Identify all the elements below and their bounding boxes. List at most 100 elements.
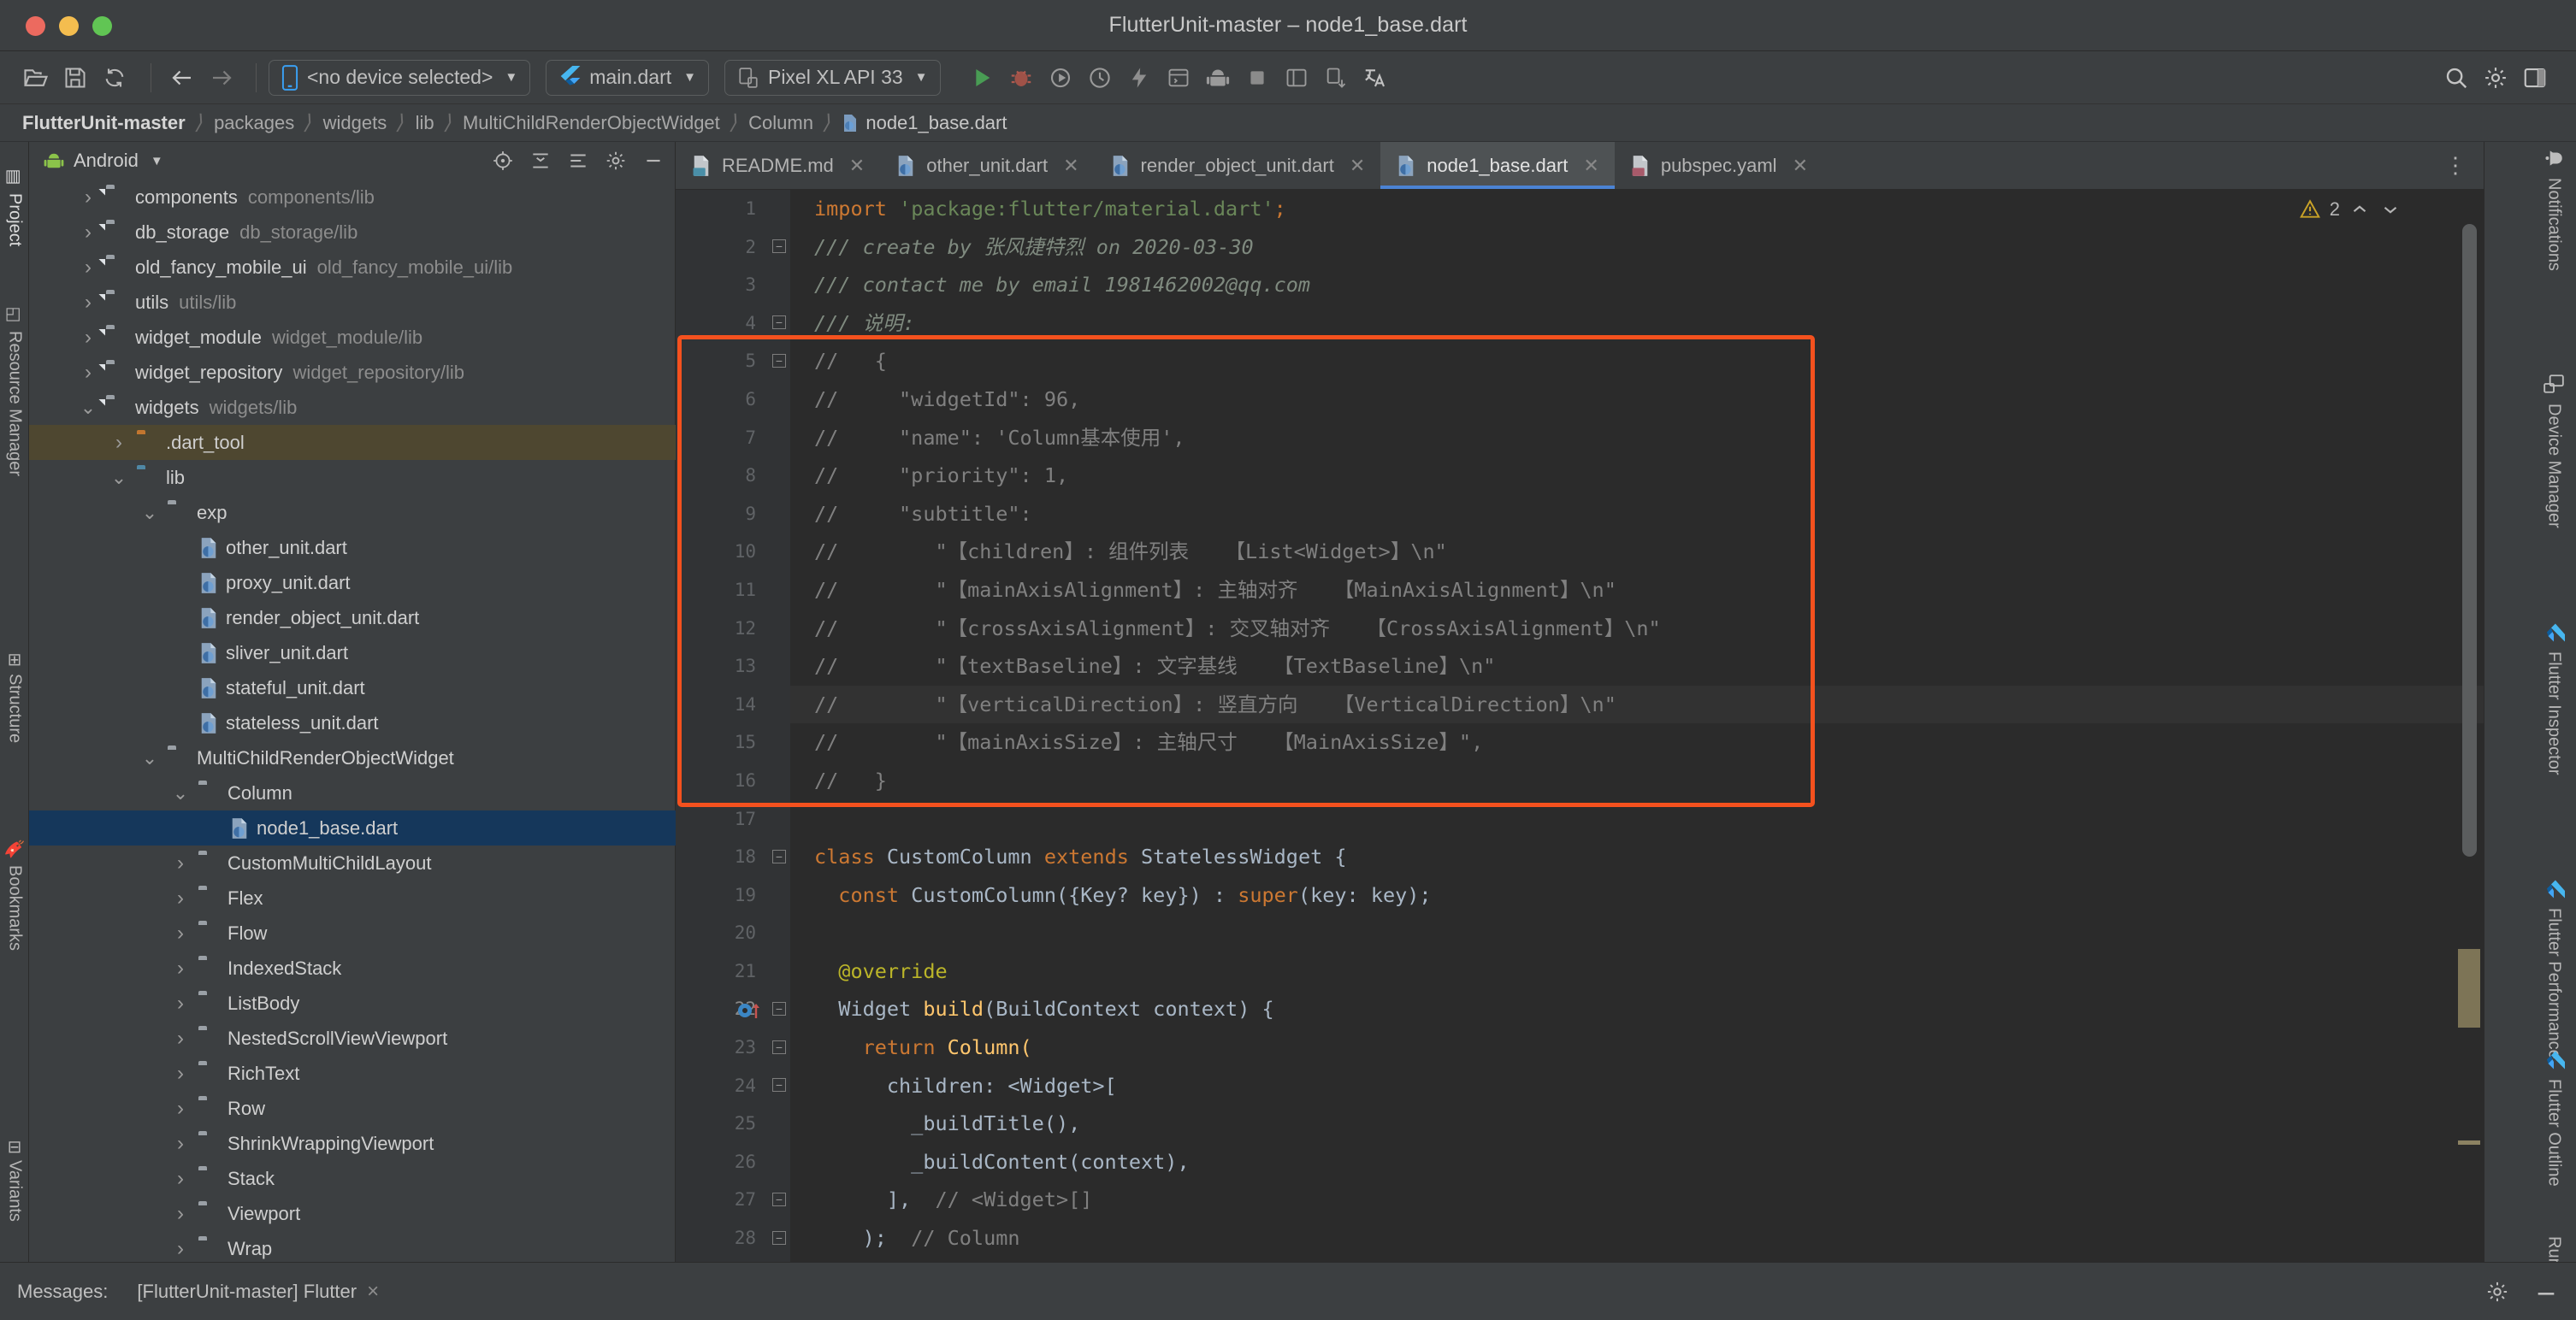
zoom-window-button[interactable] <box>92 16 112 36</box>
tree-item-widget-repository[interactable]: ›widget_repositorywidget_repository/lib <box>29 355 676 390</box>
sidebar-item-device-manager[interactable]: Device Manager <box>2532 373 2576 595</box>
tab-pubspec-yaml[interactable]: pubspec.yaml✕ <box>1615 142 1823 189</box>
tree-item-flow[interactable]: ›Flow <box>29 916 676 951</box>
search-icon[interactable] <box>2439 61 2473 95</box>
fold-toggle-icon[interactable]: − <box>772 315 786 329</box>
chevron-right-icon[interactable]: › <box>171 1062 190 1086</box>
chevron-right-icon[interactable]: › <box>171 887 190 910</box>
tree-item-multichildrenderobjectwidget[interactable]: ⌄MultiChildRenderObjectWidget <box>29 740 676 775</box>
hide-icon[interactable] <box>2533 1280 2559 1304</box>
sidebar-item-project[interactable]: ▤ Project <box>0 142 29 270</box>
tree-item-custommultichildlayout[interactable]: ›CustomMultiChildLayout <box>29 846 676 881</box>
code-line-12[interactable]: // "【crossAxisAlignment】: 交叉轴对齐 【CrossAx… <box>790 610 2484 648</box>
run-configuration-selector[interactable]: main.dart ▼ <box>546 60 709 96</box>
code-line-5[interactable]: // { <box>790 342 2484 380</box>
tree-item-utils[interactable]: ›utilsutils/lib <box>29 285 676 320</box>
messages-chip[interactable]: [FlutterUnit-master] Flutter × <box>137 1280 379 1304</box>
fold-toggle-icon[interactable]: − <box>772 1078 786 1092</box>
breadcrumb-item-5[interactable]: Column <box>748 112 813 134</box>
code-line-17[interactable] <box>790 800 2484 839</box>
chevron-down-icon[interactable]: ⌄ <box>171 782 190 804</box>
tab-node1-base-dart[interactable]: node1_base.dart✕ <box>1380 142 1615 189</box>
hot-reload-icon[interactable] <box>1122 61 1156 95</box>
gear-icon[interactable] <box>2485 1280 2509 1304</box>
devtools-icon[interactable] <box>1083 61 1117 95</box>
open-devtools-icon[interactable] <box>1161 61 1196 95</box>
code-line-7[interactable]: // "name": 'Column基本使用', <box>790 419 2484 457</box>
breadcrumb-item-0[interactable]: FlutterUnit-master <box>22 112 186 134</box>
tree-item-node1-base-dart[interactable]: node1_base.dart <box>29 810 676 846</box>
android-icon[interactable] <box>1201 61 1235 95</box>
chevron-right-icon[interactable]: › <box>109 431 128 455</box>
sidebar-item-variants[interactable]: ⊟ Variants <box>0 1108 29 1253</box>
sidebar-item-resource-manager[interactable]: ◱ Resource Manager <box>0 279 29 501</box>
close-tab-icon[interactable]: ✕ <box>849 155 865 177</box>
chevron-down-icon[interactable]: ⌄ <box>140 502 159 524</box>
close-tab-icon[interactable]: ✕ <box>1350 155 1365 177</box>
close-window-button[interactable] <box>26 16 45 36</box>
expand-icon[interactable] <box>567 150 589 172</box>
tree-item-stateless-unit-dart[interactable]: stateless_unit.dart <box>29 705 676 740</box>
gear-icon[interactable] <box>605 150 627 172</box>
device-selector[interactable]: <no device selected> ▼ <box>269 60 530 96</box>
code-line-18[interactable]: class CustomColumn extends StatelessWidg… <box>790 838 2484 876</box>
code-editor[interactable]: 1234567891011121314151617181920212223242… <box>676 190 2484 1262</box>
chevron-right-icon[interactable]: › <box>171 1237 190 1261</box>
breadcrumb-item-6[interactable]: node1_base.dart <box>842 112 1007 134</box>
chevron-down-icon[interactable]: ⌄ <box>140 747 159 769</box>
code-line-1[interactable]: import 'package:flutter/material.dart'; <box>790 190 2484 228</box>
chevron-right-icon[interactable]: › <box>79 291 97 315</box>
fold-toggle-icon[interactable]: − <box>772 850 786 863</box>
tree-item-nestedscrollviewviewport[interactable]: ›NestedScrollViewViewport <box>29 1021 676 1056</box>
chevron-up-icon[interactable] <box>2349 198 2371 221</box>
code-line-27[interactable]: ], // <Widget>[] <box>790 1181 2484 1219</box>
layout-toggle-icon[interactable] <box>2518 61 2552 95</box>
collapse-all-icon[interactable] <box>529 150 552 172</box>
chevron-right-icon[interactable]: › <box>171 1202 190 1226</box>
tree-item-row[interactable]: ›Row <box>29 1091 676 1126</box>
emulator-selector[interactable]: Pixel XL API 33 ▼ <box>724 60 941 96</box>
close-icon[interactable]: × <box>367 1280 379 1304</box>
project-view-selector[interactable]: Android ▼ <box>43 150 163 172</box>
tree-item-widget-module[interactable]: ›widget_modulewidget_module/lib <box>29 320 676 355</box>
tree-item-other-unit-dart[interactable]: other_unit.dart <box>29 530 676 565</box>
chevron-right-icon[interactable]: › <box>171 957 190 981</box>
code-line-24[interactable]: children: <Widget>[ <box>790 1067 2484 1105</box>
code-line-23[interactable]: return Column( <box>790 1028 2484 1067</box>
code-line-20[interactable] <box>790 914 2484 952</box>
chevron-right-icon[interactable]: › <box>171 1132 190 1156</box>
chevron-right-icon[interactable]: › <box>79 361 97 385</box>
tree-item-exp[interactable]: ⌄exp <box>29 495 676 530</box>
fold-toggle-icon[interactable]: − <box>772 1231 786 1245</box>
code-line-19[interactable]: const CustomColumn({Key? key}) : super(k… <box>790 876 2484 915</box>
chevron-right-icon[interactable]: › <box>171 922 190 946</box>
chevron-right-icon[interactable]: › <box>79 186 97 209</box>
tree-item-stateful-unit-dart[interactable]: stateful_unit.dart <box>29 670 676 705</box>
run-icon[interactable] <box>965 61 999 95</box>
breadcrumb-item-3[interactable]: lib <box>416 112 434 134</box>
breadcrumb-item-2[interactable]: widgets <box>323 112 387 134</box>
chevron-down-icon[interactable]: ⌄ <box>109 467 128 489</box>
code-line-3[interactable]: /// contact me by email 1981462002@qq.co… <box>790 266 2484 304</box>
profile-icon[interactable] <box>1043 61 1078 95</box>
debug-icon[interactable] <box>1004 61 1038 95</box>
chevron-right-icon[interactable]: › <box>79 221 97 245</box>
chevron-down-icon[interactable] <box>2379 198 2402 221</box>
code-content[interactable]: import 'package:flutter/material.dart'; /… <box>790 190 2484 1262</box>
tree-item-indexedstack[interactable]: ›IndexedStack <box>29 951 676 986</box>
sidebar-item-flutter-inspector[interactable]: Flutter Inspector <box>2532 621 2576 852</box>
fold-toggle-icon[interactable]: − <box>772 354 786 368</box>
sidebar-item-notifications[interactable]: Notifications <box>2532 147 2576 352</box>
tree-item-listbody[interactable]: ›ListBody <box>29 986 676 1021</box>
chevron-down-icon[interactable]: ⌄ <box>79 397 97 419</box>
close-tab-icon[interactable]: ✕ <box>1793 155 1808 177</box>
back-arrow-icon[interactable] <box>165 61 199 95</box>
code-line-15[interactable]: // "【mainAxisSize】: 主轴尺寸 【MainAxisSize】"… <box>790 723 2484 762</box>
code-line-28[interactable]: ); // Column <box>790 1219 2484 1258</box>
layout-inspector-icon[interactable] <box>1279 61 1314 95</box>
code-line-25[interactable]: _buildTitle(), <box>790 1105 2484 1143</box>
tree-item-richtext[interactable]: ›RichText <box>29 1056 676 1091</box>
tree-item--dart-tool[interactable]: ›.dart_tool <box>29 425 676 460</box>
fold-toggle-icon[interactable]: − <box>772 1040 786 1054</box>
code-line-26[interactable]: _buildContent(context), <box>790 1143 2484 1182</box>
